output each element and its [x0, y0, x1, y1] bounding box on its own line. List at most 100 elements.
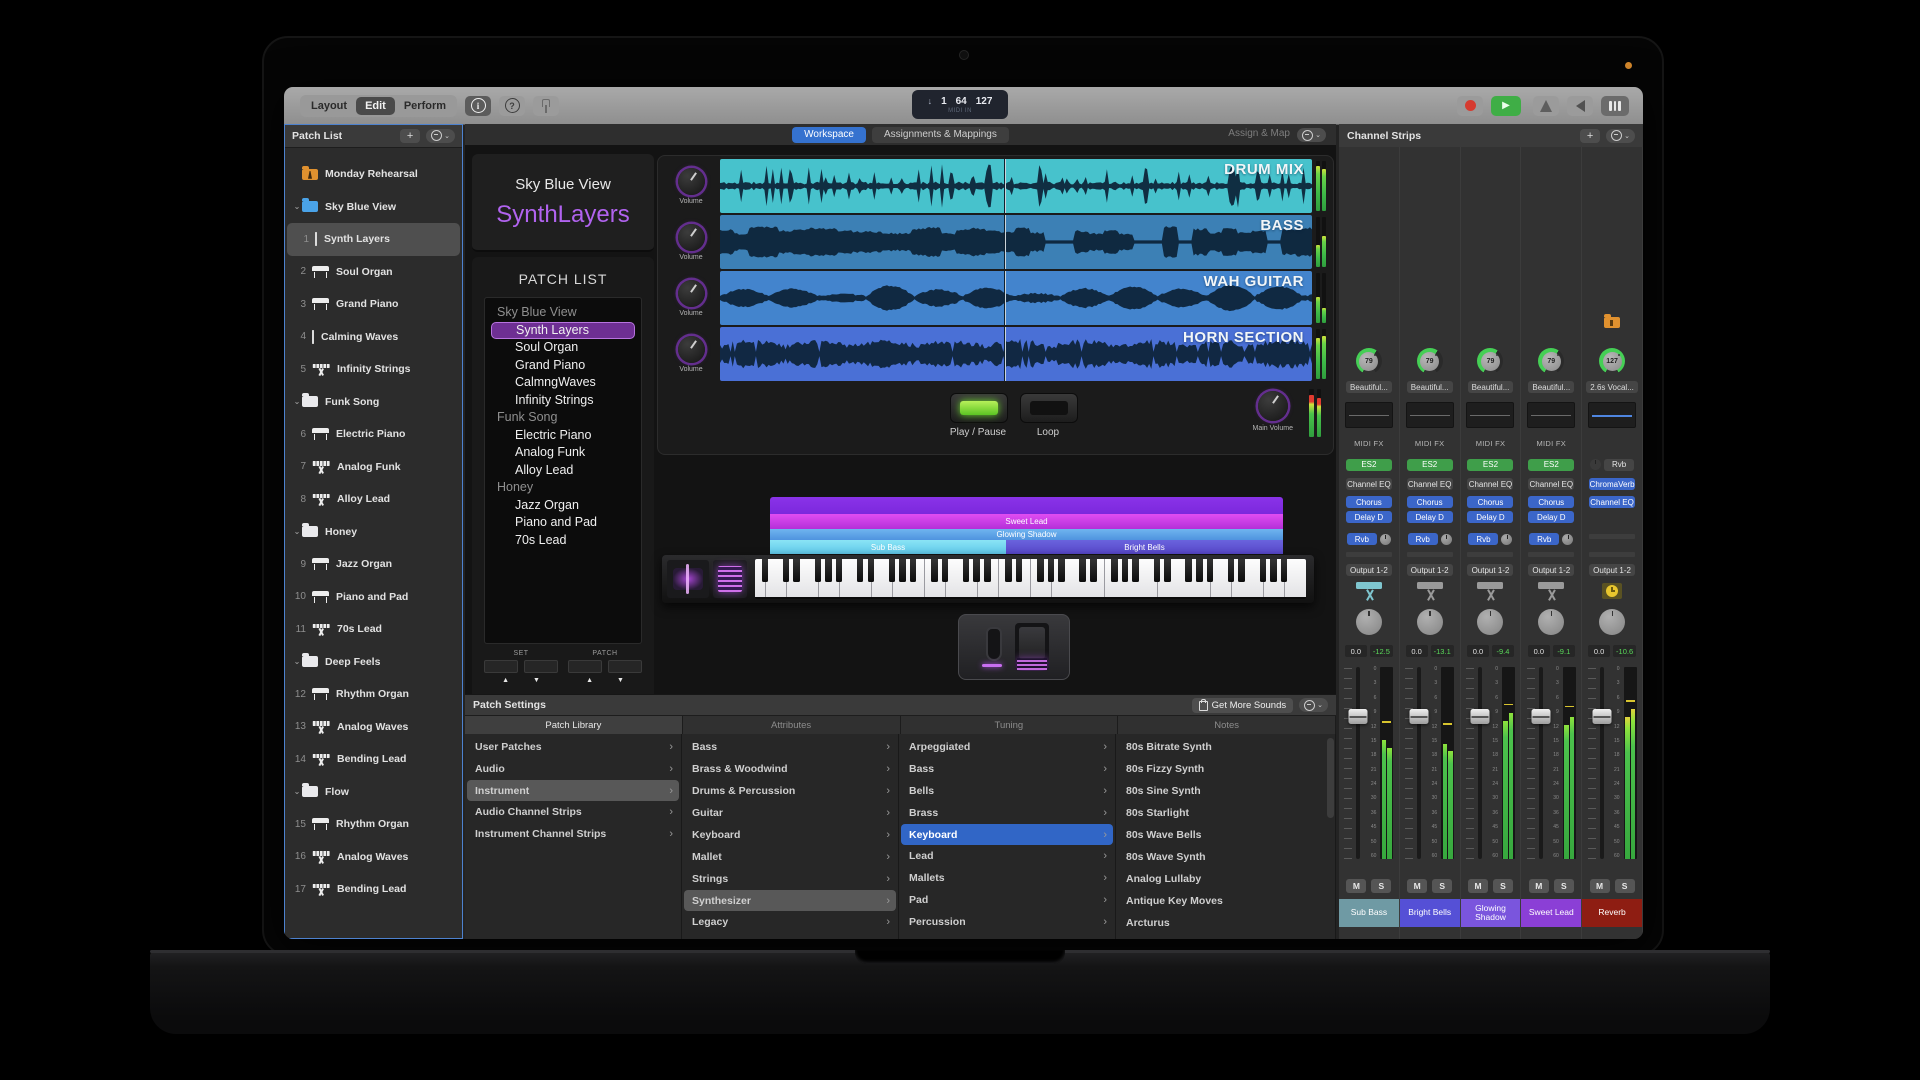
output-slot[interactable]: Output 1-2	[1467, 564, 1513, 576]
mute-button[interactable]: M	[1407, 879, 1427, 893]
library-item-brass-woodwind[interactable]: Brass & Woodwind›	[682, 758, 898, 780]
mute-button[interactable]: M	[1346, 879, 1366, 893]
workspace-action-menu[interactable]: ⌄	[1297, 128, 1326, 142]
library-item-percussion[interactable]: Percussion›	[899, 911, 1115, 933]
black-key[interactable]	[1079, 559, 1086, 582]
send-knob[interactable]	[1501, 534, 1512, 545]
fader-cap[interactable]	[1531, 709, 1550, 724]
patch-list-concert-monday-rehearsal[interactable]: Monday Rehearsal	[284, 158, 463, 191]
add-patch-button[interactable]: +	[400, 129, 420, 143]
playhead[interactable]	[1004, 215, 1006, 269]
patch-list-item-synth-layers[interactable]: 1Synth Layers	[287, 223, 460, 256]
tuner-button[interactable]	[533, 96, 559, 116]
widget-patch-calmngwaves[interactable]: CalmngWaves	[489, 374, 637, 392]
loop-button[interactable]	[1020, 393, 1078, 423]
patch-list-set-deep-feels[interactable]: ⌄Deep Feels	[284, 646, 463, 679]
pan-knob[interactable]	[1599, 609, 1625, 635]
black-key[interactable]	[857, 559, 864, 582]
patch-list-set-honey[interactable]: ⌄Honey	[284, 516, 463, 549]
patch-list-item-alloy-lead[interactable]: 8Alloy Lead	[284, 483, 463, 516]
audio-fx-slot[interactable]: Delay D	[1528, 511, 1574, 523]
library-item-80s-wave-bells[interactable]: 80s Wave Bells	[1116, 824, 1335, 846]
black-key[interactable]	[868, 559, 875, 582]
preset-name[interactable]: Beautiful...	[1407, 381, 1453, 393]
volume-knob[interactable]	[678, 280, 705, 307]
library-item-lead[interactable]: Lead›	[899, 845, 1115, 867]
audio-fx-slot[interactable]: Chorus	[1346, 496, 1392, 508]
library-item-80s-sine-synth[interactable]: 80s Sine Synth	[1116, 780, 1335, 802]
mode-button-perform[interactable]: Perform	[395, 97, 455, 115]
strip-name-label[interactable]: Glowing Shadow	[1461, 899, 1521, 927]
black-key[interactable]	[1270, 559, 1277, 582]
patch-up-icon[interactable]: ▲	[586, 677, 593, 684]
black-key[interactable]	[889, 559, 896, 582]
send-knob[interactable]	[1441, 534, 1452, 545]
send-slot[interactable]: Rvb	[1347, 533, 1377, 545]
output-slot[interactable]: Output 1-2	[1528, 564, 1574, 576]
library-item-drums-percussion[interactable]: Drums & Percussion›	[682, 780, 898, 802]
fader-cap[interactable]	[1592, 709, 1611, 724]
library-item-analog-lullaby[interactable]: Analog Lullaby	[1116, 868, 1335, 890]
black-key[interactable]	[825, 559, 832, 582]
library-item-synthesizer[interactable]: Synthesizer›	[684, 890, 896, 911]
black-key[interactable]	[762, 559, 769, 582]
waveform-region[interactable]: DRUM MIX	[720, 159, 1312, 213]
preset-name[interactable]: 2.6s Vocal...	[1586, 381, 1638, 393]
pan-value[interactable]: 0.0	[1588, 645, 1610, 657]
solo-button[interactable]: S	[1432, 879, 1452, 893]
library-item-bass[interactable]: Bass›	[682, 736, 898, 758]
get-more-sounds-button[interactable]: Get More Sounds	[1192, 698, 1293, 713]
library-item-instrument-channel-strips[interactable]: Instrument Channel Strips›	[465, 823, 681, 845]
black-key[interactable]	[1016, 559, 1023, 582]
black-key[interactable]	[1281, 559, 1288, 582]
library-item-mallet[interactable]: Mallet›	[682, 846, 898, 868]
preset-name[interactable]: Beautiful...	[1468, 381, 1514, 393]
widget-patch-infinity-strings[interactable]: Infinity Strings	[489, 392, 637, 410]
layer-bar-sweet-lead[interactable]: Sweet Lead	[770, 514, 1283, 529]
black-key[interactable]	[1132, 559, 1139, 582]
library-tab-notes[interactable]: Notes	[1118, 716, 1336, 734]
volume-knob[interactable]	[678, 168, 705, 195]
audio-fx-slot[interactable]: Channel EQ	[1528, 478, 1574, 490]
widget-patch-electric-piano[interactable]: Electric Piano	[489, 427, 637, 445]
patch-list-item-piano-and-pad[interactable]: 10Piano and Pad	[284, 581, 463, 614]
black-key[interactable]	[836, 559, 843, 582]
library-item-strings[interactable]: Strings›	[682, 868, 898, 890]
library-item-instrument[interactable]: Instrument›	[467, 780, 679, 801]
patch-list-set-funk-song[interactable]: ⌄Funk Song	[284, 386, 463, 419]
layer-bar-bright-bells[interactable]: Bright Bells	[1006, 540, 1283, 554]
black-key[interactable]	[899, 559, 906, 582]
onscreen-keyboard[interactable]	[662, 555, 1314, 603]
level-knob[interactable]: 79	[1356, 348, 1382, 374]
library-item-user-patches[interactable]: User Patches›	[465, 736, 681, 758]
patch-list-item-analog-waves[interactable]: 16Analog Waves	[284, 841, 463, 874]
patch-list-item-bending-lead[interactable]: 17Bending Lead	[284, 873, 463, 906]
solo-button[interactable]: S	[1371, 879, 1391, 893]
send-slot[interactable]: Rvb	[1529, 533, 1559, 545]
instrument-slot[interactable]: ES2	[1407, 459, 1453, 471]
black-key[interactable]	[973, 559, 980, 582]
set-prev-button[interactable]	[484, 660, 518, 673]
play-pause-button[interactable]	[950, 393, 1008, 423]
audio-fx-slot[interactable]: Delay D	[1346, 511, 1392, 523]
fader-track[interactable]	[1539, 667, 1543, 859]
chevron-down-icon[interactable]: ⌄	[292, 202, 302, 211]
layer-bar-sub-bass[interactable]: Sub Bass	[770, 540, 1006, 554]
widget-set-sky-blue-view[interactable]: Sky Blue View	[489, 304, 637, 322]
white-key[interactable]	[1295, 559, 1306, 597]
input-send[interactable]: Rvb	[1604, 459, 1634, 471]
assign-and-map-button[interactable]: Assign & Map	[1228, 128, 1290, 139]
audio-fx-slot[interactable]: Delay D	[1407, 511, 1453, 523]
audio-fx-slot[interactable]: Channel EQ	[1407, 478, 1453, 490]
instrument-slot[interactable]: ES2	[1346, 459, 1392, 471]
eq-thumbnail[interactable]	[1466, 402, 1514, 428]
black-key[interactable]	[1037, 559, 1044, 582]
library-item-80s-fizzy-synth[interactable]: 80s Fizzy Synth	[1116, 758, 1335, 780]
audio-fx-slot[interactable]: Chorus	[1467, 496, 1513, 508]
playhead[interactable]	[1004, 271, 1006, 325]
gain-value[interactable]: -9.4	[1492, 645, 1514, 657]
output-slot[interactable]: Output 1-2	[1407, 564, 1453, 576]
master-mute-button[interactable]	[1567, 96, 1593, 116]
library-item-80s-bitrate-synth[interactable]: 80s Bitrate Synth	[1116, 736, 1335, 758]
foot-pedals[interactable]	[958, 614, 1070, 680]
